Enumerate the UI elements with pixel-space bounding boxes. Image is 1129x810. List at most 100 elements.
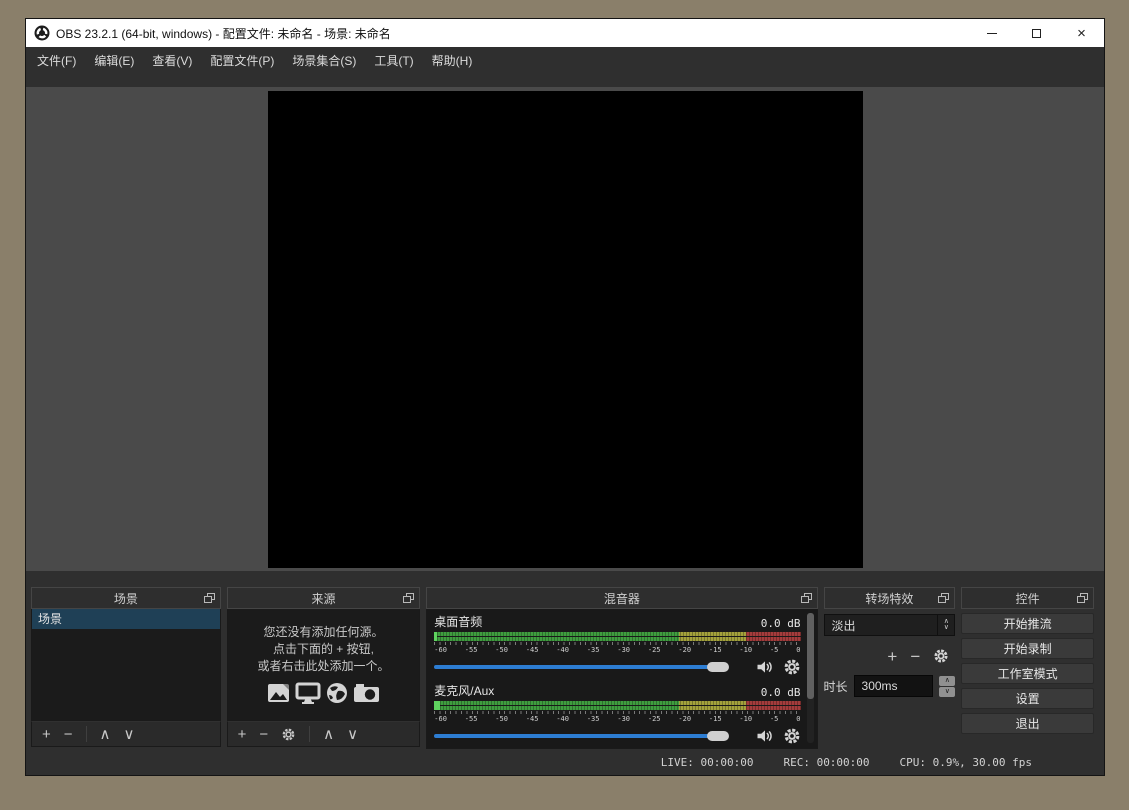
sources-empty-text: 点击下面的 + 按钮, bbox=[273, 641, 374, 658]
image-source-icon bbox=[266, 681, 292, 705]
toolbar-separator bbox=[86, 726, 87, 742]
scenes-panel-header[interactable]: 场景 bbox=[31, 587, 221, 609]
transition-select[interactable]: 淡出 ∧ ∨ bbox=[824, 614, 956, 636]
channel-level-db: 0.0 dB bbox=[761, 686, 801, 699]
speaker-mute-icon[interactable] bbox=[756, 658, 774, 676]
menu-help[interactable]: 帮助(H) bbox=[423, 47, 482, 75]
move-source-up-button[interactable]: ∧ bbox=[323, 727, 334, 742]
close-button[interactable]: × bbox=[1059, 19, 1104, 47]
camera-source-icon bbox=[353, 681, 381, 705]
volume-meter bbox=[434, 632, 800, 641]
globe-source-icon bbox=[324, 681, 350, 705]
studio-mode-button[interactable]: 工作室模式 bbox=[961, 663, 1094, 684]
scene-list-item[interactable]: 场景 bbox=[32, 609, 220, 629]
cpu-fps: CPU: 0.9%, 30.00 fps bbox=[900, 756, 1032, 769]
sources-panel-header[interactable]: 来源 bbox=[227, 587, 421, 609]
start-streaming-button[interactable]: 开始推流 bbox=[961, 613, 1094, 634]
start-recording-button[interactable]: 开始录制 bbox=[961, 638, 1094, 659]
scenes-panel: 场景 场景 + − ∧ ∨ bbox=[31, 587, 221, 749]
mixer-scrollbar-thumb[interactable] bbox=[807, 613, 814, 699]
channel-settings-gear-icon[interactable] bbox=[783, 658, 801, 676]
minimize-icon bbox=[987, 33, 997, 34]
menu-profile[interactable]: 配置文件(P) bbox=[201, 47, 283, 75]
transition-selected-value: 淡出 bbox=[825, 617, 938, 634]
move-source-down-button[interactable]: ∨ bbox=[347, 727, 358, 742]
remove-scene-button[interactable]: − bbox=[64, 727, 73, 742]
sources-panel: 来源 您还没有添加任何源。 点击下面的 + 按钮, 或者右击此处添加一个。 bbox=[227, 587, 421, 749]
move-scene-up-button[interactable]: ∧ bbox=[100, 727, 111, 742]
volume-slider[interactable] bbox=[434, 662, 746, 672]
tick-label: -35 bbox=[587, 646, 600, 654]
mixer-body: 桌面音频 0.0 dB -60 -55 -50 -45 -40 -35 bbox=[426, 609, 817, 749]
undock-icon[interactable] bbox=[1077, 593, 1088, 604]
duration-input[interactable]: 300ms bbox=[854, 675, 934, 697]
menu-scene-collection[interactable]: 场景集合(S) bbox=[283, 47, 365, 75]
remove-transition-button[interactable]: − bbox=[910, 648, 920, 665]
source-properties-gear-icon[interactable] bbox=[281, 727, 296, 742]
maximize-button[interactable] bbox=[1014, 19, 1059, 47]
mixer-panel-header[interactable]: 混音器 bbox=[426, 587, 817, 609]
add-scene-button[interactable]: + bbox=[42, 727, 51, 742]
controls-panel-header[interactable]: 控件 bbox=[961, 587, 1094, 609]
undock-icon[interactable] bbox=[801, 593, 812, 604]
preview-canvas[interactable] bbox=[268, 91, 863, 568]
add-source-button[interactable]: + bbox=[238, 727, 247, 742]
mixer-panel: 混音器 桌面音频 0.0 dB bbox=[426, 587, 817, 749]
mixer-scrollbar[interactable] bbox=[807, 613, 814, 743]
menu-edit[interactable]: 编辑(E) bbox=[85, 47, 143, 75]
tick-label: -60 bbox=[434, 646, 447, 654]
meter-tickmarks bbox=[434, 711, 800, 714]
tick-label: -25 bbox=[648, 715, 661, 723]
remove-source-button[interactable]: − bbox=[259, 727, 268, 742]
tick-label: -40 bbox=[556, 646, 569, 654]
transitions-panel: 转场特效 淡出 ∧ ∨ + − bbox=[824, 587, 956, 749]
chevron-down-icon: ∨ bbox=[944, 625, 949, 631]
channel-name: 桌面音频 bbox=[434, 613, 482, 630]
controls-body: 开始推流 开始录制 工作室模式 设置 退出 bbox=[961, 609, 1094, 734]
settings-button[interactable]: 设置 bbox=[961, 688, 1094, 709]
obs-main-window: OBS 23.2.1 (64-bit, windows) - 配置文件: 未命名… bbox=[25, 18, 1105, 776]
volume-slider-handle[interactable] bbox=[707, 731, 729, 741]
central-area bbox=[26, 75, 1104, 571]
undock-icon[interactable] bbox=[204, 593, 215, 604]
transition-select-arrows[interactable]: ∧ ∨ bbox=[937, 615, 954, 635]
transition-properties-gear-icon[interactable] bbox=[933, 648, 949, 664]
controls-panel-title: 控件 bbox=[1016, 590, 1040, 607]
tick-label: 0 bbox=[796, 646, 800, 654]
duration-increase-button[interactable]: ∧ bbox=[939, 676, 955, 686]
undock-icon[interactable] bbox=[938, 593, 949, 604]
sources-panel-title: 来源 bbox=[311, 590, 335, 607]
menu-file[interactable]: 文件(F) bbox=[28, 47, 85, 75]
tick-label: -55 bbox=[465, 715, 478, 723]
tick-label: -20 bbox=[678, 646, 691, 654]
volume-meter bbox=[434, 701, 800, 710]
speaker-mute-icon[interactable] bbox=[756, 727, 774, 745]
undock-icon[interactable] bbox=[403, 593, 414, 604]
mixer-panel-title: 混音器 bbox=[604, 590, 640, 607]
scene-list[interactable]: 场景 bbox=[31, 609, 221, 721]
tick-label: -40 bbox=[556, 715, 569, 723]
window-title: OBS 23.2.1 (64-bit, windows) - 配置文件: 未命名… bbox=[56, 25, 391, 42]
move-scene-down-button[interactable]: ∨ bbox=[124, 727, 135, 742]
sources-empty-area[interactable]: 您还没有添加任何源。 点击下面的 + 按钮, 或者右击此处添加一个。 bbox=[227, 609, 421, 721]
volume-slider-fill bbox=[434, 734, 718, 738]
tick-label: -60 bbox=[434, 715, 447, 723]
exit-button[interactable]: 退出 bbox=[961, 713, 1094, 734]
transition-duration-row: 时长 300ms ∧ ∨ bbox=[824, 675, 956, 697]
menu-tools[interactable]: 工具(T) bbox=[365, 47, 422, 75]
transitions-panel-header[interactable]: 转场特效 bbox=[824, 587, 956, 609]
duration-decrease-button[interactable]: ∨ bbox=[939, 687, 955, 697]
menu-view[interactable]: 查看(V) bbox=[143, 47, 201, 75]
preview-area[interactable] bbox=[26, 87, 1104, 571]
chevron-down-icon: ∨ bbox=[945, 688, 950, 695]
tick-label: -10 bbox=[739, 715, 752, 723]
chevron-up-icon: ∧ bbox=[945, 677, 950, 684]
volume-slider-handle[interactable] bbox=[707, 662, 729, 672]
tick-label: -50 bbox=[495, 646, 508, 654]
add-transition-button[interactable]: + bbox=[887, 648, 897, 665]
minimize-button[interactable] bbox=[969, 19, 1014, 47]
volume-slider[interactable] bbox=[434, 731, 746, 741]
titlebar[interactable]: OBS 23.2.1 (64-bit, windows) - 配置文件: 未命名… bbox=[26, 19, 1104, 47]
channel-settings-gear-icon[interactable] bbox=[783, 727, 801, 745]
maximize-icon bbox=[1032, 29, 1041, 38]
